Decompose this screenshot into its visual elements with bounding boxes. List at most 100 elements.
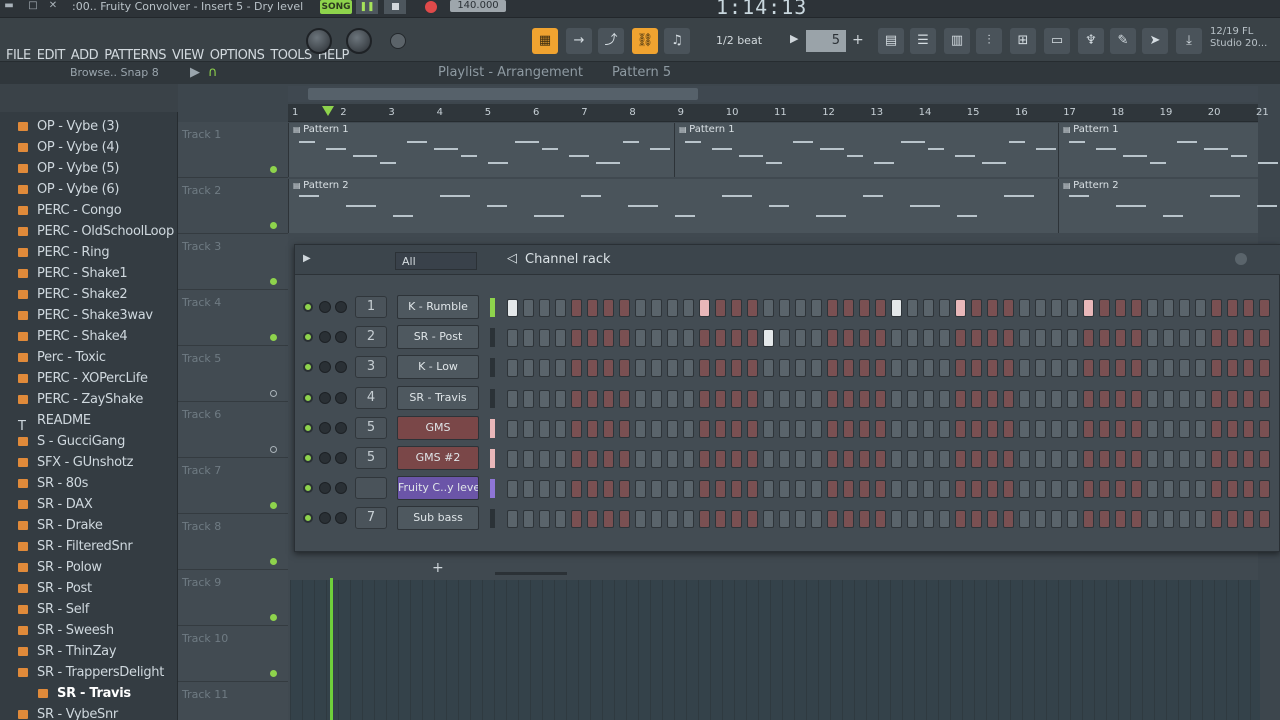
step-button[interactable] <box>843 329 854 348</box>
step-button[interactable] <box>683 389 694 408</box>
step-button[interactable] <box>539 329 550 348</box>
step-button[interactable] <box>987 329 998 348</box>
step-button[interactable] <box>635 480 646 499</box>
step-button[interactable] <box>987 389 998 408</box>
browser-item[interactable]: SR - Sweesh <box>18 620 178 641</box>
channel-name-button[interactable]: GMS <box>397 415 479 440</box>
step-button[interactable] <box>667 299 678 317</box>
step-button[interactable] <box>1195 480 1206 499</box>
step-button[interactable] <box>619 450 630 468</box>
timeline-ruler[interactable]: 1 2 3 4 5 6 7 8 9 10 11 12 13 14 15 16 17 18 19 20 21 <box>288 104 1269 122</box>
step-button[interactable] <box>939 510 950 529</box>
step-button[interactable] <box>1211 329 1222 348</box>
step-button[interactable] <box>555 419 566 438</box>
step-button[interactable] <box>1195 389 1206 408</box>
channel-mixer-track[interactable]: 3 <box>355 356 387 379</box>
browser-item[interactable]: SR - 80s <box>18 473 178 494</box>
step-button[interactable] <box>1067 480 1078 499</box>
step-button[interactable] <box>1179 419 1190 438</box>
channel-mute-led[interactable] <box>303 392 313 403</box>
magnet-icon[interactable]: ∩ <box>208 62 218 84</box>
step-button[interactable] <box>1259 389 1270 408</box>
step-button[interactable] <box>1099 480 1110 499</box>
browser-item[interactable]: SR - TrappersDelight <box>18 662 178 683</box>
step-button[interactable] <box>1259 419 1270 438</box>
step-button[interactable] <box>571 389 582 408</box>
step-button[interactable] <box>827 359 838 378</box>
step-button[interactable] <box>667 359 678 378</box>
step-button[interactable] <box>779 389 790 408</box>
browser-item[interactable]: SR - VybeSnr <box>18 704 178 720</box>
step-button[interactable] <box>1227 359 1238 378</box>
step-button[interactable] <box>507 510 518 529</box>
browser-item[interactable]: SR - Drake <box>18 515 178 536</box>
step-button[interactable] <box>651 480 662 499</box>
channel-mixer-track[interactable]: 5 <box>355 447 387 469</box>
channel-rack-titlebar[interactable]: ▶ All ◁ Channel rack <box>295 245 1280 275</box>
step-button[interactable] <box>1243 389 1254 408</box>
channel-rack-icon[interactable]: ▥ <box>944 28 970 54</box>
channel-pan-knob[interactable] <box>335 361 347 374</box>
step-button[interactable] <box>1035 329 1046 348</box>
step-button[interactable] <box>683 510 694 529</box>
step-button[interactable] <box>779 299 790 317</box>
step-button[interactable] <box>1115 329 1126 348</box>
step-button[interactable] <box>1163 329 1174 348</box>
step-button[interactable] <box>523 510 534 529</box>
browser-item[interactable]: Perc - Toxic <box>18 347 178 368</box>
step-button[interactable] <box>891 299 902 317</box>
step-button[interactable] <box>923 450 934 468</box>
step-button[interactable] <box>763 329 774 348</box>
step-button[interactable] <box>507 359 518 378</box>
step-button[interactable] <box>699 389 710 408</box>
step-button[interactable] <box>763 510 774 529</box>
channel-pan-knob[interactable] <box>335 331 347 344</box>
step-button[interactable] <box>875 480 886 499</box>
step-edit-icon[interactable]: → <box>566 28 592 54</box>
pattern-clip[interactable]: Pattern 2 <box>1058 179 1277 233</box>
channel-volume-knob[interactable] <box>319 452 331 464</box>
step-button[interactable] <box>1147 329 1158 348</box>
step-button[interactable] <box>699 450 710 468</box>
step-button[interactable] <box>843 419 854 438</box>
swing-knob[interactable] <box>1235 253 1247 265</box>
step-button[interactable] <box>1115 450 1126 468</box>
track-header[interactable]: Track 9 <box>178 570 288 626</box>
pattern-clip[interactable]: Pattern 1 <box>674 123 1058 177</box>
small-knob[interactable] <box>390 33 406 49</box>
step-button[interactable] <box>1211 419 1222 438</box>
step-button[interactable] <box>1067 419 1078 438</box>
step-button[interactable] <box>539 480 550 499</box>
master-volume-knob[interactable] <box>306 28 332 54</box>
step-button[interactable] <box>523 359 534 378</box>
step-button[interactable] <box>971 450 982 468</box>
step-button[interactable] <box>1147 359 1158 378</box>
step-button[interactable] <box>731 450 742 468</box>
step-button[interactable] <box>955 329 966 348</box>
step-button[interactable] <box>731 389 742 408</box>
step-button[interactable] <box>539 359 550 378</box>
step-button[interactable] <box>1243 359 1254 378</box>
step-button[interactable] <box>923 389 934 408</box>
step-button[interactable] <box>619 329 630 348</box>
step-button[interactable] <box>955 450 966 468</box>
step-button[interactable] <box>683 419 694 438</box>
step-button[interactable] <box>603 450 614 468</box>
channel-select-indicator[interactable] <box>490 509 495 529</box>
step-button[interactable] <box>507 299 518 317</box>
step-button[interactable] <box>1179 359 1190 378</box>
step-button[interactable] <box>939 480 950 499</box>
step-button[interactable] <box>1099 299 1110 317</box>
channel-pan-knob[interactable] <box>335 391 347 404</box>
step-button[interactable] <box>651 359 662 378</box>
browser-item[interactable]: OP - Vybe (3) <box>18 116 178 137</box>
step-button[interactable] <box>603 480 614 499</box>
step-button[interactable] <box>619 359 630 378</box>
step-button[interactable] <box>683 450 694 468</box>
step-button[interactable] <box>747 419 758 438</box>
step-button[interactable] <box>1243 510 1254 529</box>
step-button[interactable] <box>1147 450 1158 468</box>
wait-for-input-icon[interactable]: ⤴ <box>598 28 624 54</box>
step-button[interactable] <box>1243 299 1254 317</box>
track-header[interactable]: Track 1 <box>178 122 288 178</box>
